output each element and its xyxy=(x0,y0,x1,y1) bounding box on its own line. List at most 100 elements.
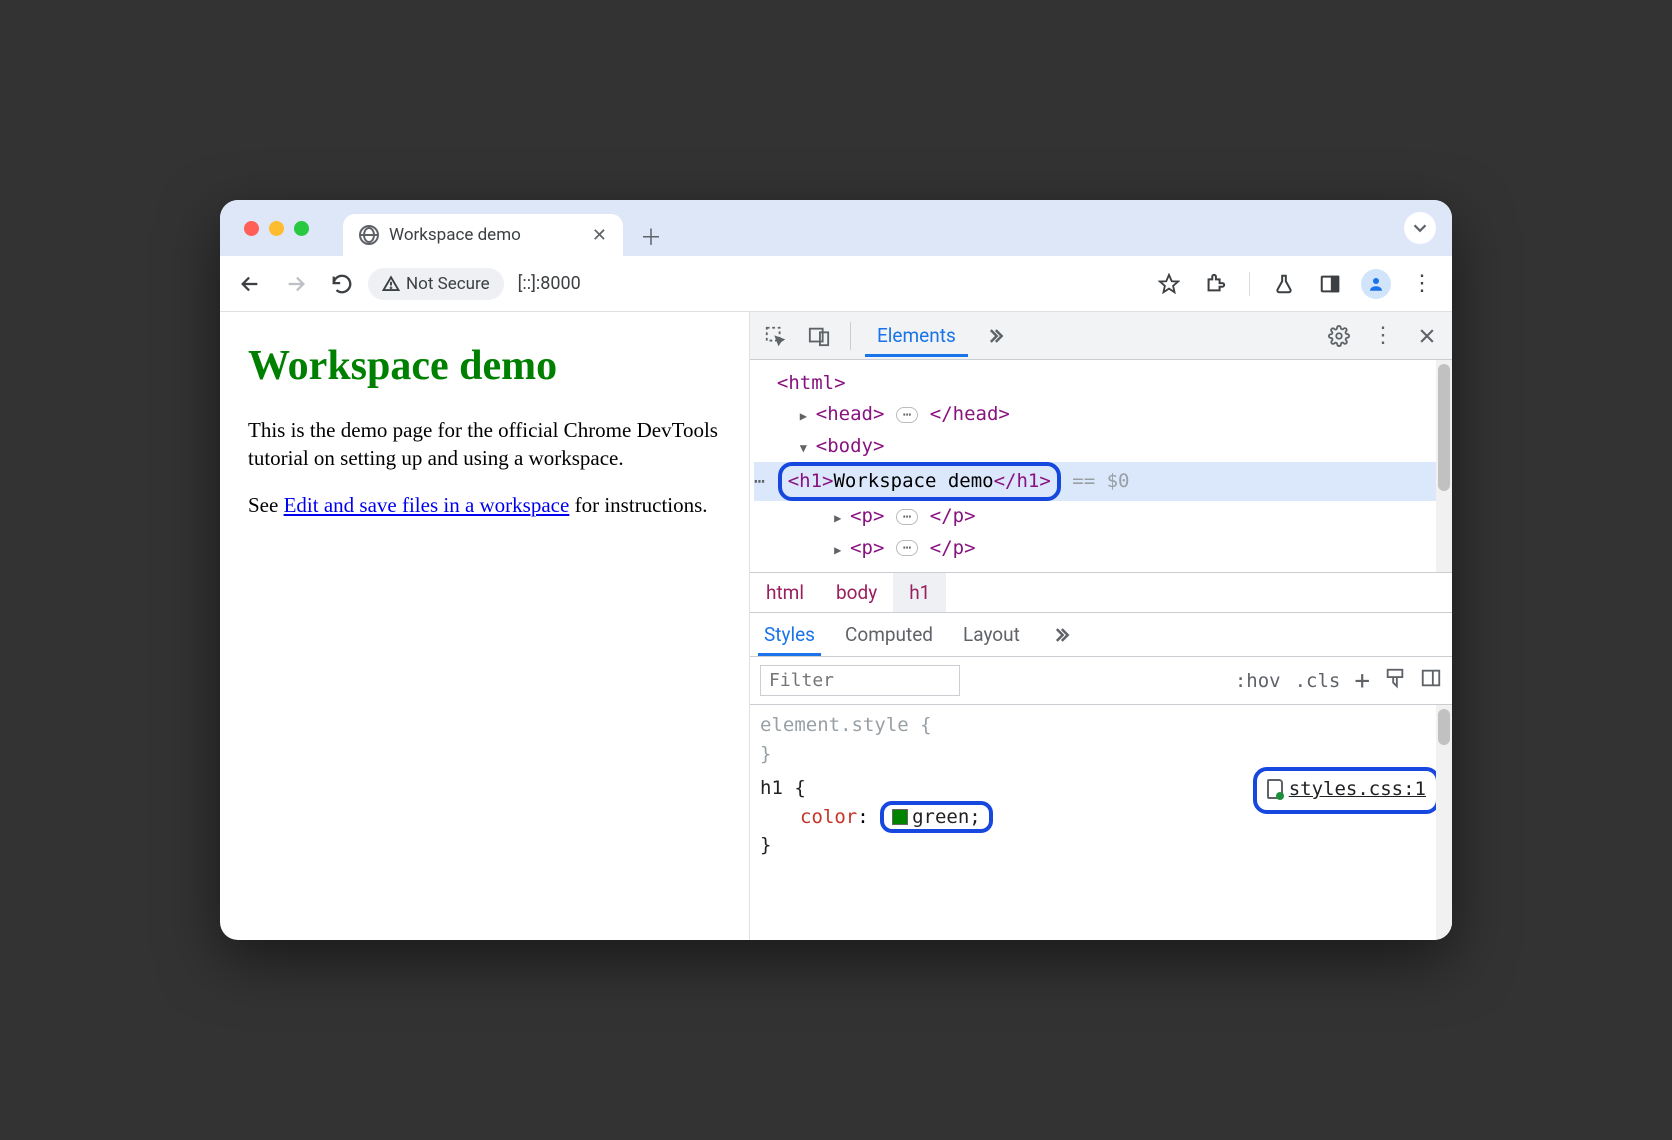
address-bar[interactable]: Not Secure [::]:8000 xyxy=(368,268,581,300)
dom-node-h1-selected[interactable]: ⋯ <h1>Workspace demo</h1> == $0 xyxy=(754,462,1444,501)
tab-search-button[interactable] xyxy=(1404,212,1436,244)
styles-filter-row: :hov .cls + xyxy=(750,657,1452,705)
more-tabs-button[interactable] xyxy=(978,319,1012,353)
page-paragraph-1: This is the demo page for the official C… xyxy=(248,416,721,473)
tab-title: Workspace demo xyxy=(389,225,521,245)
page-paragraph-2: See Edit and save files in a workspace f… xyxy=(248,491,721,519)
person-icon xyxy=(1367,275,1385,293)
devtools-panel: Elements ⋮ <html> <head> ⋯ </head> <body xyxy=(750,312,1452,940)
profile-button[interactable] xyxy=(1356,264,1396,304)
menu-button[interactable]: ⋮ xyxy=(1402,264,1442,304)
inspect-icon xyxy=(764,325,786,347)
browser-window: Workspace demo ✕ ＋ Not Secure [::]:8000 xyxy=(220,200,1452,940)
styles-scrollbar[interactable] xyxy=(1436,705,1452,940)
inspect-button[interactable] xyxy=(758,319,792,353)
cls-toggle[interactable]: .cls xyxy=(1295,670,1341,692)
bookmark-button[interactable] xyxy=(1149,264,1189,304)
kebab-icon: ⋮ xyxy=(1372,323,1394,348)
h1-rule-selector[interactable]: h1 { xyxy=(760,777,806,799)
minimize-window-button[interactable] xyxy=(269,221,284,236)
side-panel-button[interactable] xyxy=(1310,264,1350,304)
close-window-button[interactable] xyxy=(244,221,259,236)
flask-icon xyxy=(1273,273,1295,295)
more-styles-tabs-button[interactable] xyxy=(1044,618,1078,652)
security-label: Not Secure xyxy=(406,274,490,294)
tab-strip: Workspace demo ✕ ＋ xyxy=(220,200,1452,256)
element-style-selector[interactable]: element.style { xyxy=(760,714,932,736)
css-prop-color[interactable]: color xyxy=(800,806,857,828)
chevrons-right-icon xyxy=(1051,625,1071,645)
page-heading: Workspace demo xyxy=(248,342,721,390)
brace-close: } xyxy=(760,743,771,765)
security-chip[interactable]: Not Secure xyxy=(368,268,504,300)
maximize-window-button[interactable] xyxy=(294,221,309,236)
source-link[interactable]: styles.css:1 xyxy=(1289,775,1426,804)
reload-button[interactable] xyxy=(322,264,362,304)
dom-node-p2[interactable]: <p> ⋯ </p> xyxy=(754,533,1452,564)
avatar xyxy=(1361,269,1391,299)
para2-prefix: See xyxy=(248,493,284,517)
crumb-html[interactable]: html xyxy=(750,573,820,612)
color-value-highlight: green; xyxy=(880,801,993,833)
globe-icon xyxy=(359,225,379,245)
arrow-right-icon xyxy=(285,273,307,295)
dom-node-body[interactable]: <body> xyxy=(754,431,1452,462)
source-link-highlight: styles.css:1 xyxy=(1253,767,1440,814)
device-icon xyxy=(808,325,830,347)
url-text: [::]:8000 xyxy=(504,273,581,294)
color-swatch[interactable] xyxy=(892,809,908,825)
css-val-green[interactable]: green; xyxy=(912,806,981,828)
kebab-icon: ⋮ xyxy=(1411,271,1433,296)
brush-icon xyxy=(1384,667,1406,689)
tab-elements[interactable]: Elements xyxy=(865,314,968,357)
crumb-h1[interactable]: h1 xyxy=(893,573,946,612)
new-tab-button[interactable]: ＋ xyxy=(633,218,669,254)
chevron-down-icon xyxy=(1409,217,1431,239)
file-icon xyxy=(1267,779,1283,799)
window-controls xyxy=(234,200,319,256)
workspace-tutorial-link[interactable]: Edit and save files in a workspace xyxy=(284,493,570,517)
dom-node-head[interactable]: <head> ⋯ </head> xyxy=(754,399,1452,430)
side-panel-icon xyxy=(1319,273,1341,295)
dom-tree[interactable]: <html> <head> ⋯ </head> <body> ⋯ <h1>Wor… xyxy=(750,360,1452,572)
toolbar-divider xyxy=(1249,272,1250,296)
styles-filter-input[interactable] xyxy=(760,665,960,696)
para2-suffix: for instructions. xyxy=(569,493,707,517)
back-button[interactable] xyxy=(230,264,270,304)
dom-scrollbar[interactable] xyxy=(1436,360,1452,572)
content-area: Workspace demo This is the demo page for… xyxy=(220,312,1452,940)
close-tab-button[interactable]: ✕ xyxy=(592,225,607,246)
new-style-rule-button[interactable]: + xyxy=(1354,666,1370,696)
format-button[interactable] xyxy=(1384,667,1406,694)
extensions-button[interactable] xyxy=(1195,264,1235,304)
close-icon xyxy=(1417,326,1437,346)
devtools-menu-button[interactable]: ⋮ xyxy=(1366,319,1400,353)
arrow-left-icon xyxy=(239,273,261,295)
hov-toggle[interactable]: :hov xyxy=(1235,670,1281,692)
divider xyxy=(850,322,851,350)
browser-toolbar: Not Secure [::]:8000 ⋮ xyxy=(220,256,1452,312)
device-toggle-button[interactable] xyxy=(802,319,836,353)
tab-styles[interactable]: Styles xyxy=(758,613,821,656)
styles-tab-bar: Styles Computed Layout xyxy=(750,613,1452,657)
devtools-tab-bar: Elements ⋮ xyxy=(750,312,1452,360)
browser-tab[interactable]: Workspace demo ✕ xyxy=(343,214,623,256)
settings-button[interactable] xyxy=(1322,319,1356,353)
chevrons-right-icon xyxy=(985,326,1005,346)
tab-computed[interactable]: Computed xyxy=(839,613,939,656)
puzzle-icon xyxy=(1204,273,1226,295)
dom-node-html[interactable]: <html> xyxy=(754,368,1452,399)
crumb-body[interactable]: body xyxy=(820,573,893,612)
dom-node-p1[interactable]: <p> ⋯ </p> xyxy=(754,501,1452,532)
labs-button[interactable] xyxy=(1264,264,1304,304)
gear-icon xyxy=(1328,325,1350,347)
computed-panel-button[interactable] xyxy=(1420,667,1442,694)
close-devtools-button[interactable] xyxy=(1410,319,1444,353)
brace-close-2: } xyxy=(760,834,771,856)
forward-button[interactable] xyxy=(276,264,316,304)
rendered-page: Workspace demo This is the demo page for… xyxy=(220,312,750,940)
styles-pane[interactable]: element.style { } h1 { color: green; } s… xyxy=(750,705,1452,940)
tab-layout[interactable]: Layout xyxy=(957,613,1026,656)
panel-icon xyxy=(1420,667,1442,689)
dom-breadcrumb: html body h1 xyxy=(750,572,1452,613)
